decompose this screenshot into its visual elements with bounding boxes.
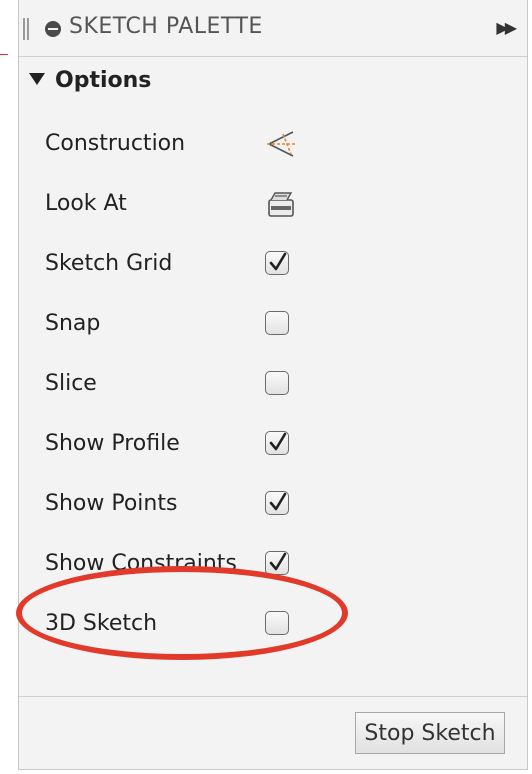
sketch-grid-checkbox[interactable]	[265, 251, 289, 275]
option-row-sketch-grid: Sketch Grid	[45, 244, 305, 284]
look-at-icon[interactable]	[265, 188, 297, 220]
options-section-toggle[interactable]: Options	[29, 68, 151, 93]
option-label-show-points: Show Points	[45, 491, 178, 516]
expand-icon[interactable]: ▶▶	[496, 18, 517, 37]
option-row-snap: Snap	[45, 304, 305, 344]
3d-sketch-checkbox[interactable]	[265, 611, 289, 635]
options-section-label: Options	[55, 68, 152, 93]
option-label-slice: Slice	[45, 371, 97, 396]
option-label-construction: Construction	[45, 131, 186, 156]
drag-grip-icon[interactable]	[23, 18, 29, 40]
show-points-checkbox[interactable]	[265, 491, 289, 515]
palette-header[interactable]: SKETCH PALETTE ▶▶	[19, 0, 527, 57]
option-row-show-points: Show Points	[45, 484, 305, 524]
option-label-show-constraints: Show Constraints	[45, 551, 237, 576]
show-profile-checkbox[interactable]	[265, 431, 289, 455]
option-row-3d-sketch: 3D Sketch	[45, 604, 305, 644]
canvas-edge-mark	[0, 54, 8, 55]
sketch-palette: SKETCH PALETTE ▶▶ Options Construction Lo…	[18, 0, 528, 770]
option-label-sketch-grid: Sketch Grid	[45, 251, 173, 276]
slice-checkbox[interactable]	[265, 371, 289, 395]
option-label-look-at: Look At	[45, 191, 127, 216]
stop-sketch-button[interactable]: Stop Sketch	[355, 712, 505, 754]
checkmark-icon	[269, 492, 287, 511]
checkmark-icon	[269, 552, 287, 571]
option-label-3d-sketch: 3D Sketch	[45, 611, 158, 636]
collapse-icon[interactable]	[45, 21, 61, 37]
option-label-snap: Snap	[45, 311, 101, 336]
show-constraints-checkbox[interactable]	[265, 551, 289, 575]
snap-checkbox[interactable]	[265, 311, 289, 335]
triangle-down-icon	[29, 73, 45, 85]
option-row-look-at: Look At	[45, 184, 305, 224]
checkmark-icon	[269, 432, 287, 451]
option-label-show-profile: Show Profile	[45, 431, 180, 456]
option-row-show-constraints: Show Constraints	[45, 544, 305, 584]
option-row-construction: Construction	[45, 124, 305, 164]
construction-icon[interactable]	[265, 128, 297, 160]
option-row-show-profile: Show Profile	[45, 424, 305, 464]
checkmark-icon	[269, 252, 287, 271]
palette-title: SKETCH PALETTE	[69, 14, 263, 39]
option-row-slice: Slice	[45, 364, 305, 404]
footer-divider	[19, 696, 527, 697]
